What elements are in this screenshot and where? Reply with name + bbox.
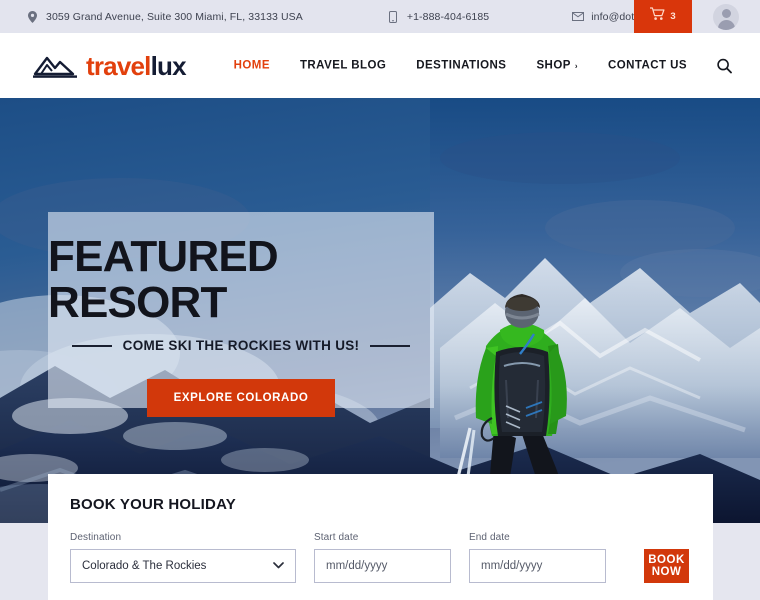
destination-field: Destination Colorado & The Rockies	[70, 532, 296, 583]
nav-item-contact-us[interactable]: CONTACT US	[608, 60, 687, 72]
envelope-icon	[571, 10, 584, 24]
chevron-right-icon: ›	[574, 61, 578, 70]
booking-panel: BOOK YOUR HOLIDAY Destination Colorado &…	[48, 474, 713, 600]
hero-title: FEATURED RESORT	[48, 232, 279, 328]
nav-item-shop-label: SHOP	[536, 59, 571, 72]
logo-wordmark: travellux	[86, 50, 187, 81]
nav-item-destinations-label: DESTINATIONS	[416, 59, 507, 72]
destination-label: Destination	[70, 532, 122, 543]
nav-item-shop[interactable]: SHOP ›	[536, 60, 578, 72]
start-date-placeholder: mm/dd/yyyy	[326, 560, 388, 572]
primary-navigation: HOME TRAVEL BLOG DESTINATIONS SHOP › CON…	[204, 58, 732, 73]
topbar-address-text: 3059 Grand Avenue, Suite 300 Miami, FL, …	[46, 10, 303, 23]
destination-selected-value: Colorado & The Rockies	[82, 560, 207, 572]
nav-item-home-label: HOME	[233, 59, 270, 72]
site-logo[interactable]: travellux	[33, 50, 187, 81]
user-avatar-icon	[713, 3, 739, 30]
hero-subtitle-row: COME SKI THE ROCKIES WITH US!	[71, 338, 411, 354]
hero-rule-left	[71, 344, 112, 347]
top-utility-bar: 3059 Grand Avenue, Suite 300 Miami, FL, …	[0, 0, 760, 33]
mountain-logo-icon	[33, 53, 79, 79]
travellux-homepage: 3059 Grand Avenue, Suite 300 Miami, FL, …	[0, 0, 760, 600]
location-pin-icon	[26, 10, 39, 24]
logo-text-second: lux	[150, 50, 187, 81]
hero-rule-right	[370, 344, 411, 347]
explore-colorado-button[interactable]: EXPLORE COLORADO	[146, 379, 336, 418]
nav-item-destinations[interactable]: DESTINATIONS	[416, 60, 506, 72]
topbar-contact-group: 3059 Grand Avenue, Suite 300 Miami, FL, …	[26, 10, 677, 24]
nav-item-travel-blog-label: TRAVEL BLOG	[299, 59, 387, 72]
nav-item-contact-us-label: CONTACT US	[607, 59, 687, 72]
topbar-phone-text: +1-888-404-6185	[406, 10, 490, 23]
end-date-input[interactable]: mm/dd/yyyy	[469, 549, 606, 583]
nav-item-travel-blog[interactable]: TRAVEL BLOG	[300, 60, 386, 72]
booking-panel-title: BOOK YOUR HOLIDAY	[70, 496, 236, 513]
book-now-button[interactable]: BOOK NOW	[644, 549, 689, 583]
end-date-field: End date mm/dd/yyyy	[469, 532, 606, 583]
logo-text-first: travel	[86, 50, 151, 81]
search-icon[interactable]	[717, 58, 732, 73]
hero-banner: FEATURED RESORT COME SKI THE ROCKIES WIT…	[0, 98, 760, 523]
start-date-input[interactable]: mm/dd/yyyy	[314, 549, 451, 583]
start-date-field: Start date mm/dd/yyyy	[314, 532, 451, 583]
nav-item-home[interactable]: HOME	[234, 60, 270, 72]
main-header: travellux HOME TRAVEL BLOG DESTINATIONS …	[0, 33, 760, 98]
hero-text-overlay: FEATURED RESORT COME SKI THE ROCKIES WIT…	[48, 212, 434, 418]
hero-subtitle: COME SKI THE ROCKIES WITH US!	[122, 338, 360, 354]
end-date-placeholder: mm/dd/yyyy	[481, 560, 543, 572]
chevron-down-icon	[273, 560, 284, 572]
booking-form-row: Destination Colorado & The Rockies Start…	[70, 532, 689, 583]
topbar-address: 3059 Grand Avenue, Suite 300 Miami, FL, …	[26, 10, 303, 24]
shopping-cart-icon	[649, 7, 665, 26]
start-date-label: Start date	[314, 532, 359, 543]
topbar-phone[interactable]: +1-888-404-6185	[387, 10, 489, 24]
cart-button[interactable]: 3	[634, 0, 692, 33]
mobile-phone-icon	[387, 10, 400, 24]
destination-select[interactable]: Colorado & The Rockies	[70, 549, 296, 583]
account-button[interactable]	[692, 0, 760, 33]
cart-item-count: 3	[670, 11, 676, 22]
end-date-label: End date	[469, 532, 510, 543]
